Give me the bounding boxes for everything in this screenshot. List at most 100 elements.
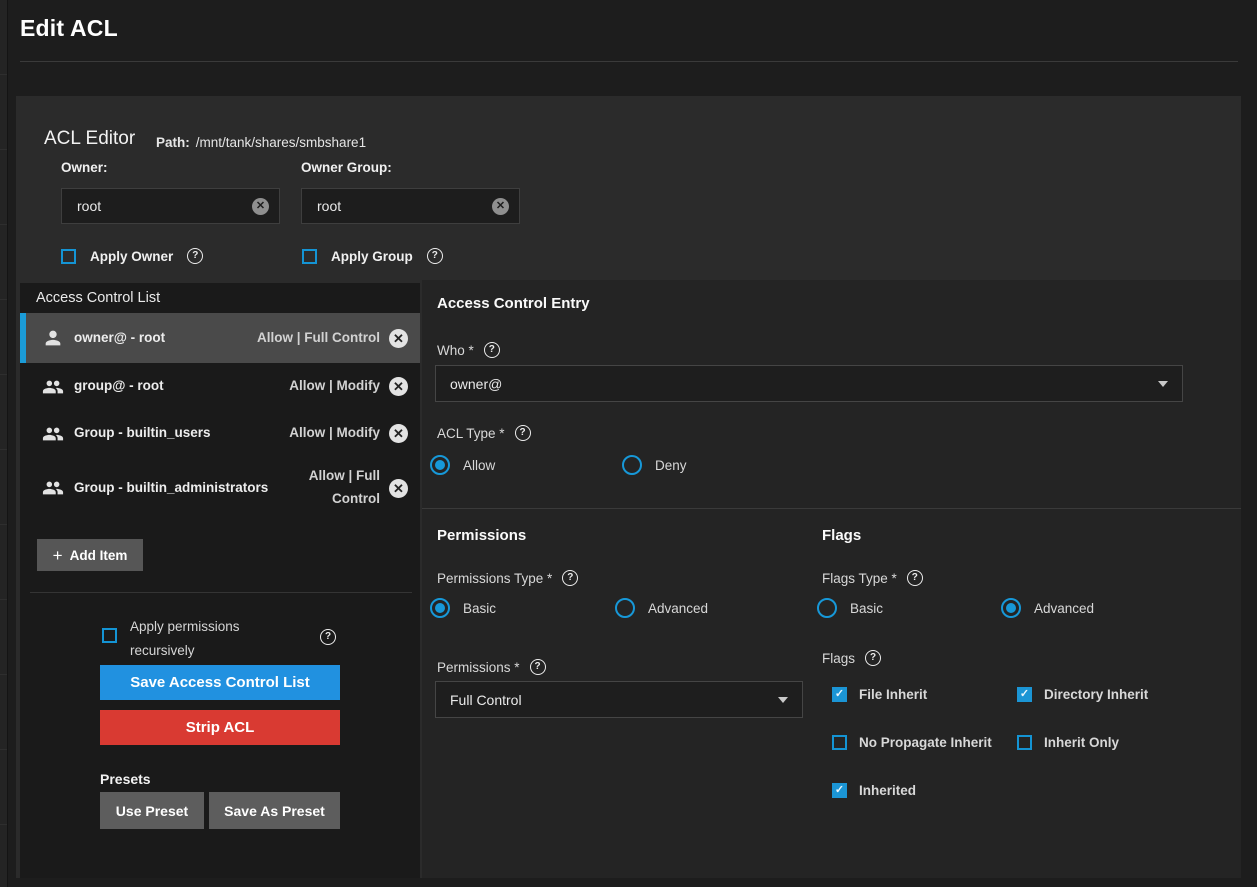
remove-item-icon[interactable]: ✕ xyxy=(389,479,408,498)
who-select[interactable]: owner@ xyxy=(435,365,1183,402)
apply-group-checkbox[interactable]: ✓ xyxy=(302,249,317,264)
permissions-type-basic-option[interactable]: Basic xyxy=(430,598,496,618)
apply-recursive-checkbox[interactable]: ✓ xyxy=(102,628,117,643)
owner-input-value: root xyxy=(77,198,252,214)
acl-item-perms: Allow | Full Control xyxy=(257,327,380,350)
help-icon[interactable]: ? xyxy=(515,425,531,441)
permissions-select-value: Full Control xyxy=(450,692,778,708)
help-icon[interactable]: ? xyxy=(562,570,578,586)
window-edge xyxy=(0,0,8,887)
allow-label: Allow xyxy=(463,458,495,473)
apply-group-label: Apply Group xyxy=(331,249,413,264)
advanced-radio[interactable] xyxy=(615,598,635,618)
directory-inherit-checkbox[interactable]: ✓ xyxy=(1017,687,1032,702)
apply-owner-row: ✓ Apply Owner ? xyxy=(61,248,203,264)
apply-owner-label: Apply Owner xyxy=(90,249,173,264)
owner-label: Owner: xyxy=(61,160,108,175)
save-acl-button[interactable]: Save Access Control List xyxy=(100,665,340,700)
people-icon xyxy=(42,423,64,445)
path-value: /mnt/tank/shares/smbshare1 xyxy=(196,135,366,150)
clear-icon[interactable]: ✕ xyxy=(492,198,509,215)
access-control-list-panel: Access Control List owner@ - root Allow … xyxy=(20,283,420,878)
use-preset-button[interactable]: Use Preset xyxy=(100,792,204,829)
acl-list-title: Access Control List xyxy=(36,290,160,306)
acl-list-item[interactable]: group@ - root Allow | Modify ✕ xyxy=(20,363,420,410)
acl-item-who: Group - builtin_administrators xyxy=(74,477,280,500)
people-icon xyxy=(42,477,64,499)
who-label: Who * ? xyxy=(437,342,500,358)
remove-item-icon[interactable]: ✕ xyxy=(389,424,408,443)
inherited-option[interactable]: ✓ Inherited xyxy=(832,783,916,798)
save-as-preset-button[interactable]: Save As Preset xyxy=(209,792,340,829)
no-propagate-inherit-label: No Propagate Inherit xyxy=(859,735,992,750)
acl-list: owner@ - root Allow | Full Control ✕ gro… xyxy=(20,313,420,519)
acl-type-deny-option[interactable]: Deny xyxy=(622,455,687,475)
help-icon[interactable]: ? xyxy=(484,342,500,358)
acl-type-label: ACL Type * ? xyxy=(437,425,531,441)
inherit-only-checkbox[interactable]: ✓ xyxy=(1017,735,1032,750)
file-inherit-label: File Inherit xyxy=(859,687,927,702)
acl-list-item[interactable]: Group - builtin_administrators Allow | F… xyxy=(20,457,420,519)
page-title: Edit ACL xyxy=(20,15,118,42)
strip-acl-button[interactable]: Strip ACL xyxy=(100,710,340,745)
permissions-type-label: Permissions Type * ? xyxy=(437,570,578,586)
clear-icon[interactable]: ✕ xyxy=(252,198,269,215)
acl-editor-heading: ACL Editor xyxy=(44,128,135,150)
title-divider xyxy=(20,61,1238,62)
apply-group-row: ✓ Apply Group ? xyxy=(302,248,443,264)
permissions-type-advanced-option[interactable]: Advanced xyxy=(615,598,708,618)
file-inherit-option[interactable]: ✓ File Inherit xyxy=(832,687,927,702)
flags-heading: Flags xyxy=(822,527,861,544)
acl-list-item[interactable]: Group - builtin_users Allow | Modify ✕ xyxy=(20,410,420,457)
directory-inherit-option[interactable]: ✓ Directory Inherit xyxy=(1017,687,1148,702)
access-control-entry-heading: Access Control Entry xyxy=(437,295,590,312)
advanced-label: Advanced xyxy=(1034,601,1094,616)
permissions-select[interactable]: Full Control xyxy=(435,681,803,718)
flags-type-label: Flags Type * ? xyxy=(822,570,923,586)
permissions-heading: Permissions xyxy=(437,527,526,544)
deny-radio[interactable] xyxy=(622,455,642,475)
help-icon[interactable]: ? xyxy=(530,659,546,675)
add-item-label: Add Item xyxy=(70,548,128,563)
deny-label: Deny xyxy=(655,458,687,473)
help-icon[interactable]: ? xyxy=(320,629,336,645)
apply-owner-checkbox[interactable]: ✓ xyxy=(61,249,76,264)
help-icon[interactable]: ? xyxy=(427,248,443,264)
remove-item-icon[interactable]: ✕ xyxy=(389,329,408,348)
acl-item-perms: Allow | Modify xyxy=(289,375,380,398)
access-control-entry-panel: Access Control Entry Who * ? owner@ ACL … xyxy=(422,280,1241,878)
owner-input[interactable]: root ✕ xyxy=(61,188,280,224)
add-item-button[interactable]: + Add Item xyxy=(37,539,143,571)
no-propagate-inherit-checkbox[interactable]: ✓ xyxy=(832,735,847,750)
path-line: Path: /mnt/tank/shares/smbshare1 xyxy=(156,135,366,150)
section-divider xyxy=(422,508,1241,509)
flags-label: Flags ? xyxy=(822,650,881,666)
no-propagate-inherit-option[interactable]: ✓ No Propagate Inherit xyxy=(832,735,992,750)
acl-type-allow-option[interactable]: Allow xyxy=(430,455,495,475)
path-label: Path: xyxy=(156,135,190,150)
acl-item-who: group@ - root xyxy=(74,375,281,398)
allow-radio[interactable] xyxy=(430,455,450,475)
plus-icon: + xyxy=(53,547,63,564)
inherit-only-label: Inherit Only xyxy=(1044,735,1119,750)
inherited-checkbox[interactable]: ✓ xyxy=(832,783,847,798)
basic-radio[interactable] xyxy=(817,598,837,618)
directory-inherit-label: Directory Inherit xyxy=(1044,687,1148,702)
flags-type-advanced-option[interactable]: Advanced xyxy=(1001,598,1094,618)
help-icon[interactable]: ? xyxy=(907,570,923,586)
acl-item-perms: Allow | Full Control xyxy=(288,465,380,511)
apply-recursive-row: ✓ Apply permissions recursively ? xyxy=(102,615,364,662)
remove-item-icon[interactable]: ✕ xyxy=(389,377,408,396)
inherit-only-option[interactable]: ✓ Inherit Only xyxy=(1017,735,1119,750)
advanced-radio[interactable] xyxy=(1001,598,1021,618)
help-icon[interactable]: ? xyxy=(187,248,203,264)
people-icon xyxy=(42,376,64,398)
advanced-label: Advanced xyxy=(648,601,708,616)
owner-group-input[interactable]: root ✕ xyxy=(301,188,520,224)
basic-radio[interactable] xyxy=(430,598,450,618)
acl-item-who: owner@ - root xyxy=(74,327,249,350)
flags-type-basic-option[interactable]: Basic xyxy=(817,598,883,618)
file-inherit-checkbox[interactable]: ✓ xyxy=(832,687,847,702)
acl-list-item[interactable]: owner@ - root Allow | Full Control ✕ xyxy=(20,313,420,363)
help-icon[interactable]: ? xyxy=(865,650,881,666)
